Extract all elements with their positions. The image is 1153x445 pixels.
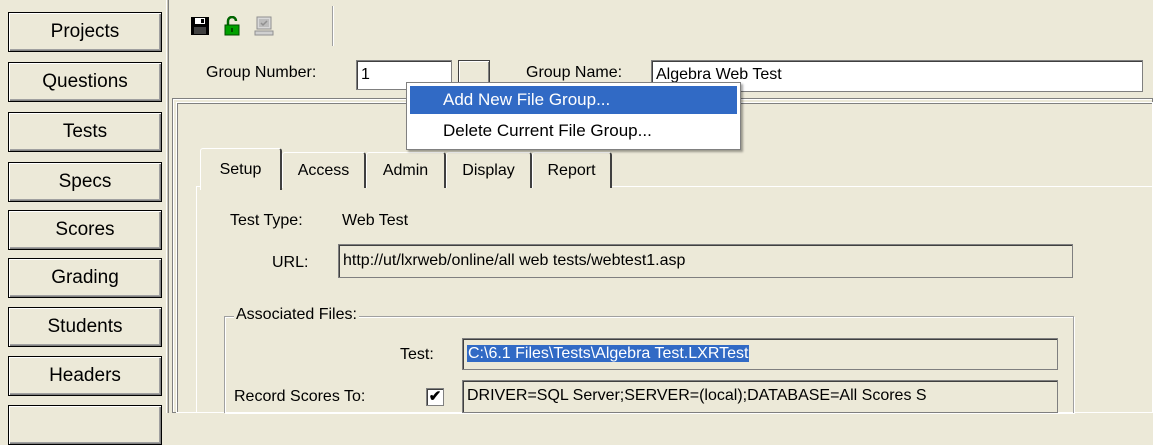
test-file-label: Test: <box>400 346 434 363</box>
computer-icon[interactable] <box>254 16 274 36</box>
nav-specs-button[interactable]: Specs <box>8 162 162 202</box>
url-label: URL: <box>272 254 309 271</box>
tab-display[interactable]: Display <box>446 152 532 188</box>
associated-files-label: Associated Files: <box>234 306 359 324</box>
record-scores-checkbox[interactable]: ✔ <box>426 388 444 406</box>
nav-scores-button[interactable]: Scores <box>8 210 162 250</box>
test-file-selected-text: C:\6.1 Files\Tests\Algebra Test.LXRTest <box>467 345 750 362</box>
floppy-disk-icon[interactable] <box>190 16 210 36</box>
nav-grading-button[interactable]: Grading <box>8 258 162 298</box>
url-field[interactable]: http://ut/lxrweb/online/all web tests/we… <box>338 244 1073 278</box>
toolbar <box>172 6 332 46</box>
nav-questions-button[interactable]: Questions <box>8 62 162 102</box>
tab-admin[interactable]: Admin <box>366 152 446 188</box>
tab-report[interactable]: Report <box>532 152 612 188</box>
nav-tests-button[interactable]: Tests <box>8 112 162 152</box>
test-type-value: Web Test <box>342 212 409 229</box>
nav-splitter[interactable] <box>166 0 169 413</box>
menu-item-add-new-file-group[interactable]: Add New File Group... <box>410 86 737 114</box>
group-number-label: Group Number: <box>206 64 317 81</box>
nav-more-button[interactable] <box>8 405 162 445</box>
toolbar-separator <box>332 6 334 46</box>
record-scores-field[interactable]: DRIVER=SQL Server;SERVER=(local);DATABAS… <box>462 380 1058 413</box>
nav-students-button[interactable]: Students <box>8 307 162 347</box>
nav-projects-button[interactable]: Projects <box>8 12 162 52</box>
test-file-field[interactable]: C:\6.1 Files\Tests\Algebra Test.LXRTest <box>462 338 1058 370</box>
group-name-label: Group Name: <box>526 64 623 81</box>
unlock-icon[interactable] <box>222 15 242 36</box>
record-scores-label: Record Scores To: <box>234 388 366 405</box>
file-group-context-menu: Add New File Group... Delete Current Fil… <box>406 82 741 150</box>
left-nav: Projects Questions Tests Specs Scores Gr… <box>0 0 166 445</box>
nav-headers-button[interactable]: Headers <box>8 356 162 396</box>
tab-access[interactable]: Access <box>282 152 366 188</box>
tab-setup[interactable]: Setup <box>200 148 282 190</box>
test-type-label: Test Type: <box>230 212 303 229</box>
menu-item-delete-current-file-group[interactable]: Delete Current File Group... <box>410 117 737 145</box>
